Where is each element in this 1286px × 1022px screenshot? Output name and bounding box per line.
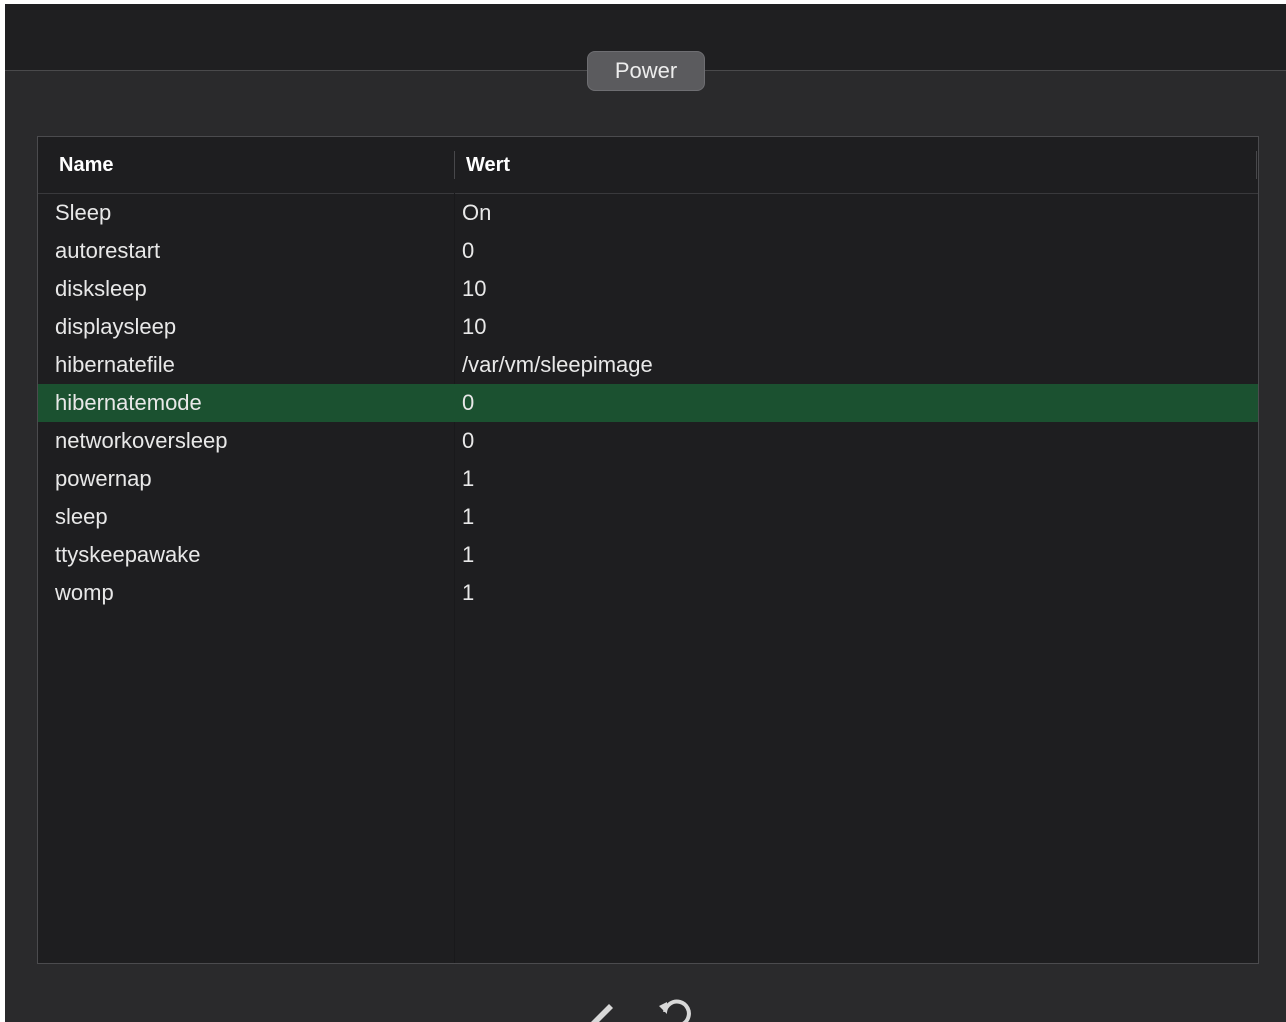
- row-name-cell: displaysleep: [55, 314, 177, 339]
- table-row[interactable]: disksleep 10: [38, 270, 1258, 308]
- power-settings-window: Power Name Wert Sleep On autorestart 0 disks…: [5, 4, 1286, 1022]
- row-value-cell[interactable]: On: [462, 194, 491, 232]
- column-header-name[interactable]: Name: [59, 137, 113, 193]
- table-header: Name Wert: [38, 137, 1258, 194]
- table-row[interactable]: ttyskeepawake 1: [38, 536, 1258, 574]
- column-divider-end: [1256, 151, 1257, 179]
- table-row[interactable]: womp 1: [38, 574, 1258, 612]
- revert-icon: [659, 999, 691, 1022]
- table-row[interactable]: autorestart 0: [38, 232, 1258, 270]
- column-header-value[interactable]: Wert: [466, 137, 510, 193]
- row-value-cell[interactable]: 1: [462, 574, 474, 612]
- row-value-cell[interactable]: 10: [462, 270, 486, 308]
- table-row[interactable]: networkoversleep 0: [38, 422, 1258, 460]
- row-value-cell[interactable]: /var/vm/sleepimage: [462, 346, 653, 384]
- row-value-cell[interactable]: 0: [462, 384, 474, 422]
- row-value-cell[interactable]: 0: [462, 422, 474, 460]
- table-row[interactable]: displaysleep 10: [38, 308, 1258, 346]
- row-name-cell: sleep: [55, 504, 108, 529]
- row-value-cell[interactable]: 1: [462, 536, 474, 574]
- row-name-cell: disksleep: [55, 276, 147, 301]
- row-value-cell[interactable]: 10: [462, 308, 486, 346]
- row-name-cell: hibernatefile: [55, 352, 175, 377]
- table-row[interactable]: Sleep On: [38, 194, 1258, 232]
- row-name-cell: ttyskeepawake: [55, 542, 201, 567]
- row-value-cell[interactable]: 1: [462, 498, 474, 536]
- row-name-cell: networkoversleep: [55, 428, 228, 453]
- row-name-cell: womp: [55, 580, 114, 605]
- row-name-cell: powernap: [55, 466, 152, 491]
- column-divider[interactable]: [454, 151, 455, 179]
- table-row[interactable]: sleep 1: [38, 498, 1258, 536]
- tab-power[interactable]: Power: [587, 51, 705, 91]
- row-value-cell[interactable]: 0: [462, 232, 474, 270]
- edit-button[interactable]: [575, 994, 619, 1022]
- table-body: Sleep On autorestart 0 disksleep 10 displaysle…: [38, 194, 1258, 612]
- pencil-icon: [591, 1004, 613, 1022]
- settings-table[interactable]: Name Wert Sleep On autorestart 0 disksleep 10…: [37, 136, 1259, 964]
- row-value-cell[interactable]: 1: [462, 460, 474, 498]
- table-row[interactable]: hibernatemode 0: [38, 384, 1258, 422]
- revert-button[interactable]: [651, 994, 695, 1022]
- table-row[interactable]: powernap 1: [38, 460, 1258, 498]
- row-name-cell: hibernatemode: [55, 390, 202, 415]
- table-row[interactable]: hibernatefile/var/vm/sleepimage: [38, 346, 1258, 384]
- row-name-cell: autorestart: [55, 238, 161, 263]
- row-name-cell: Sleep: [55, 200, 112, 225]
- table-toolbar: [575, 994, 715, 1022]
